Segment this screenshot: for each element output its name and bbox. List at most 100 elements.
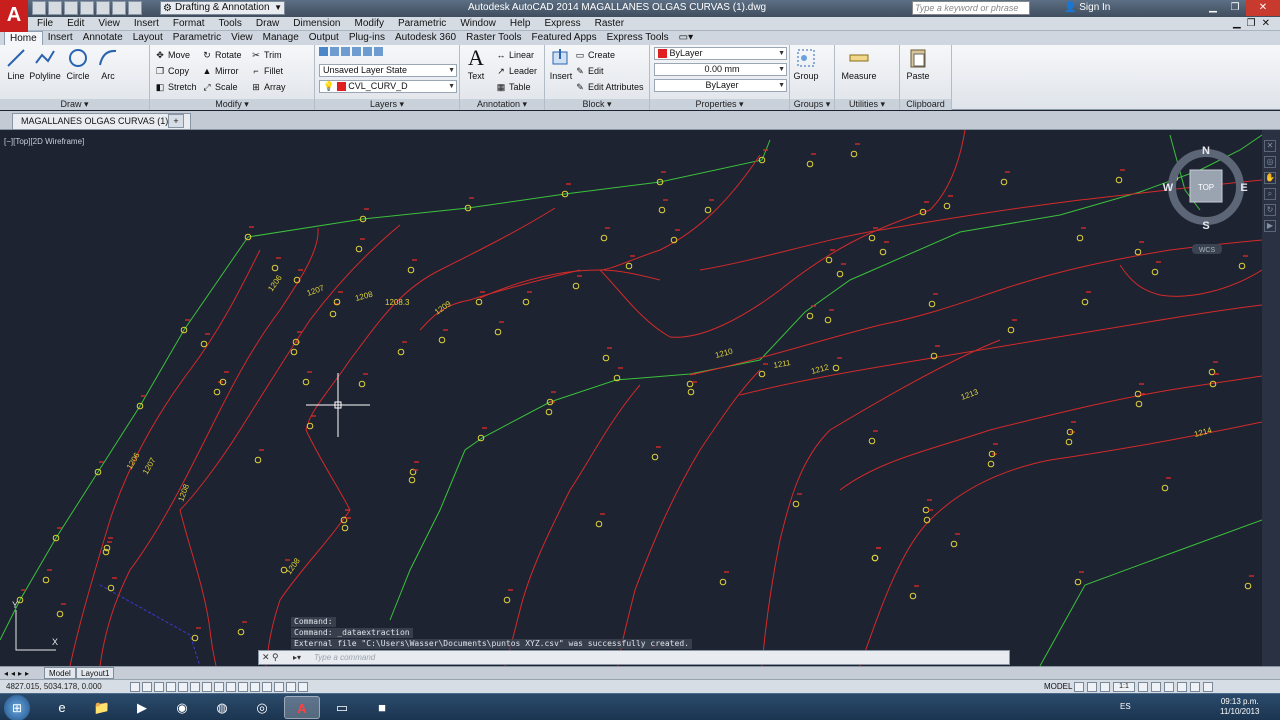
help-search-input[interactable]: Type a keyword or phrase: [912, 1, 1030, 15]
redo-icon[interactable]: [128, 1, 142, 15]
close-icon[interactable]: ✕: [1246, 0, 1280, 16]
table-button[interactable]: ▦ Table: [496, 80, 531, 94]
menu-item-express[interactable]: Express: [537, 17, 587, 31]
layer-properties-icon[interactable]: [319, 47, 328, 56]
edit-attributes-button[interactable]: ✎ Edit Attributes: [575, 80, 643, 94]
menu-item-raster[interactable]: Raster: [588, 17, 631, 31]
hardware-acceleration-icon[interactable]: [1177, 682, 1187, 692]
new-tab-button[interactable]: +: [168, 114, 184, 128]
layer-iso-icon[interactable]: [363, 47, 372, 56]
3dosnap-toggle[interactable]: [202, 682, 212, 692]
scale-button[interactable]: ⤢ Scale: [202, 80, 237, 94]
dyn-toggle[interactable]: [238, 682, 248, 692]
fillet-button[interactable]: ⌐ Fillet: [251, 64, 283, 78]
layers-panel-title[interactable]: Layers ▾: [315, 99, 459, 110]
measure-button[interactable]: Measure: [841, 47, 877, 81]
ribbon-tab-home[interactable]: Home: [4, 31, 43, 46]
document-tab[interactable]: MAGALLANES OLGAS CURVAS (1)* ✕: [12, 113, 191, 129]
menu-item-help[interactable]: Help: [503, 17, 538, 31]
layout1-tab[interactable]: Layout1: [76, 667, 115, 679]
create-block-button[interactable]: ▭ Create: [575, 48, 615, 62]
menu-item-draw[interactable]: Draw: [249, 17, 286, 31]
autocad-taskbar-icon[interactable]: A: [284, 696, 320, 719]
stretch-button[interactable]: ◧ Stretch: [155, 80, 197, 94]
viewcube-east-label[interactable]: E: [1240, 182, 1247, 194]
sign-in-button[interactable]: 👤 Sign In: [1064, 2, 1110, 13]
groups-panel-title[interactable]: Groups ▾: [790, 99, 834, 110]
menu-item-edit[interactable]: Edit: [60, 17, 91, 31]
insert-button[interactable]: Insert: [545, 47, 577, 81]
edit-block-button[interactable]: ✎ Edit: [575, 64, 603, 78]
model-space-button[interactable]: MODEL: [1044, 682, 1072, 691]
leader-button[interactable]: ↗ Leader: [496, 64, 537, 78]
zoom-icon[interactable]: ⌕: [1264, 188, 1276, 200]
annotation-visibility-icon[interactable]: [1100, 682, 1110, 692]
ortho-toggle[interactable]: [166, 682, 176, 692]
viewport-controls[interactable]: [−][Top][2D Wireframe]: [4, 137, 84, 146]
ribbon-tab-manage[interactable]: Manage: [258, 31, 304, 46]
orbit-icon[interactable]: ↻: [1264, 204, 1276, 216]
viewcube[interactable]: TOP N S E W WCS: [1163, 145, 1248, 254]
sc-toggle[interactable]: [286, 682, 296, 692]
showmotion-icon[interactable]: ▶: [1264, 220, 1276, 232]
new-icon[interactable]: [32, 1, 46, 15]
viewcube-north-label[interactable]: N: [1202, 145, 1210, 157]
layer-off-icon[interactable]: [341, 47, 350, 56]
save-as-icon[interactable]: [80, 1, 94, 15]
start-button[interactable]: ⊞: [4, 695, 30, 720]
quick-view-drawings-icon[interactable]: [1087, 682, 1097, 692]
lineweight-dropdown[interactable]: 0.00 mm ▼: [654, 63, 787, 76]
firefox-icon[interactable]: ◍: [204, 696, 240, 719]
ribbon-tab-featured-apps[interactable]: Featured Apps: [527, 31, 602, 46]
layer-lock-icon[interactable]: [352, 47, 361, 56]
close-command-icon[interactable]: ✕ ⚲: [262, 652, 279, 663]
ribbon-tab-annotate[interactable]: Annotate: [78, 31, 128, 46]
arc-button[interactable]: Arc: [92, 47, 124, 81]
array-button[interactable]: ⊞ Array: [251, 80, 285, 94]
doc-window-controls[interactable]: ▁❐✕: [1233, 17, 1276, 31]
circle-button[interactable]: Circle: [62, 47, 94, 81]
mirror-button[interactable]: ▲ Mirror: [202, 64, 239, 78]
internet-explorer-icon[interactable]: e: [44, 696, 80, 719]
clean-screen-icon[interactable]: [1203, 682, 1213, 692]
command-input[interactable]: Type a command: [314, 653, 375, 662]
workspace-dropdown[interactable]: ⚙ Drafting & Annotation ▼: [160, 1, 285, 15]
layer-freeze-icon[interactable]: [330, 47, 339, 56]
ribbon-tab-view[interactable]: View: [226, 31, 258, 46]
modify-panel-title[interactable]: Modify ▾: [150, 99, 314, 110]
workspace-switch-icon[interactable]: [1151, 682, 1161, 692]
qp-toggle[interactable]: [274, 682, 284, 692]
ribbon-tab-plug-ins[interactable]: Plug-ins: [344, 31, 390, 46]
app-menu-button[interactable]: A: [0, 0, 28, 32]
color-dropdown[interactable]: ByLayer ▼: [654, 47, 787, 60]
system-clock[interactable]: 09:13 p.m. 11/10/2013: [1220, 697, 1259, 717]
menu-item-parametric[interactable]: Parametric: [391, 17, 453, 31]
layer-state-dropdown[interactable]: Unsaved Layer State ▼: [319, 64, 457, 77]
infer-constraints-toggle[interactable]: [130, 682, 140, 692]
utilities-panel-title[interactable]: Utilities ▾: [835, 99, 899, 110]
polyline-button[interactable]: Polyline: [28, 47, 62, 81]
move-button[interactable]: ✥ Move: [155, 48, 190, 62]
annotation-panel-title[interactable]: Annotation ▾: [460, 99, 544, 110]
viewcube-west-label[interactable]: W: [1163, 182, 1174, 194]
file-explorer-icon[interactable]: 📁: [84, 696, 120, 719]
ribbon-tab-layout[interactable]: Layout: [128, 31, 168, 46]
undo-icon[interactable]: [112, 1, 126, 15]
ribbon-minimize-toggle[interactable]: ▭▾: [674, 31, 698, 46]
grid-toggle[interactable]: [154, 682, 164, 692]
annotation-scale-button[interactable]: 1:1: [1113, 682, 1135, 692]
menu-item-insert[interactable]: Insert: [127, 17, 166, 31]
minimize-icon[interactable]: ▁: [1202, 0, 1224, 16]
properties-panel-title[interactable]: Properties ▾: [650, 99, 789, 110]
menu-item-tools[interactable]: Tools: [212, 17, 249, 31]
app-icon[interactable]: ■: [364, 696, 400, 719]
draw-panel-title[interactable]: Draw ▾: [0, 99, 149, 110]
paste-button[interactable]: Paste: [902, 47, 934, 81]
chrome-icon[interactable]: ◉: [164, 696, 200, 719]
menu-item-view[interactable]: View: [91, 17, 127, 31]
group-button[interactable]: Group: [790, 47, 822, 81]
steering-wheel-icon[interactable]: ◎: [1264, 156, 1276, 168]
print-icon[interactable]: [96, 1, 110, 15]
network-icon[interactable]: ◎: [244, 696, 280, 719]
snap-toggle[interactable]: [142, 682, 152, 692]
